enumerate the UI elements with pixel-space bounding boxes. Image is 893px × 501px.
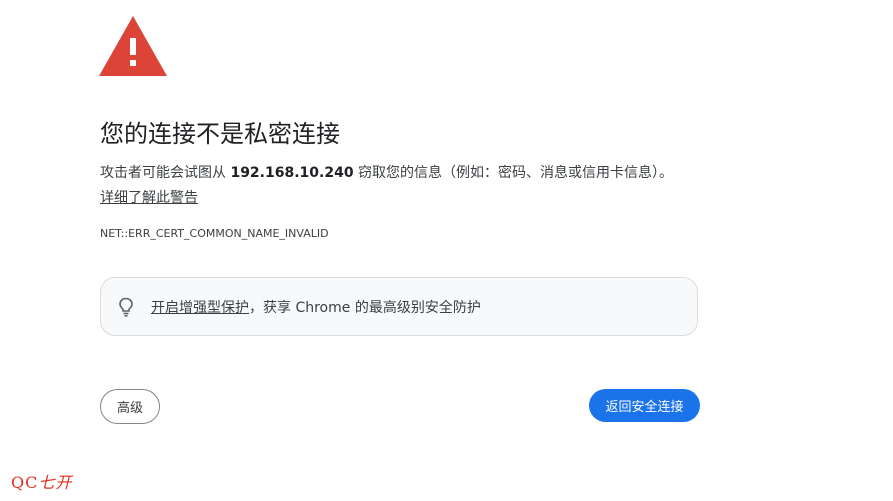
host-address: 192.168.10.240 (230, 165, 354, 181)
enhanced-protection-description: ，获享 Chrome 的最高级别安全防护 (249, 300, 481, 316)
back-to-safety-button[interactable]: 返回安全连接 (589, 389, 700, 422)
watermark-logo: QC七开 (11, 469, 72, 493)
watermark-cn: 七开 (38, 473, 73, 492)
message-after: 窃取您的信息（例如：密码、消息或信用卡信息）。 (353, 165, 674, 181)
warning-message: 攻击者可能会试图从 192.168.10.240 窃取您的信息（例如：密码、消息… (100, 163, 673, 183)
enhanced-protection-text: 开启增强型保护，获享 Chrome 的最高级别安全防护 (151, 298, 481, 318)
message-before: 攻击者可能会试图从 (100, 165, 231, 181)
enhanced-protection-banner: 开启增强型保护，获享 Chrome 的最高级别安全防护 (100, 277, 698, 336)
page-title: 您的连接不是私密连接 (100, 120, 340, 148)
watermark-latin: QC (11, 473, 39, 492)
error-code: NET::ERR_CERT_COMMON_NAME_INVALID (100, 227, 329, 240)
warning-triangle-icon (99, 16, 167, 76)
learn-more-link[interactable]: 详细了解此警告 (100, 188, 198, 208)
advanced-button[interactable]: 高级 (100, 389, 160, 424)
enhanced-protection-link[interactable]: 开启增强型保护 (151, 300, 249, 316)
interstitial-page: 您的连接不是私密连接 攻击者可能会试图从 192.168.10.240 窃取您的… (0, 0, 893, 501)
lightbulb-icon (119, 297, 133, 317)
